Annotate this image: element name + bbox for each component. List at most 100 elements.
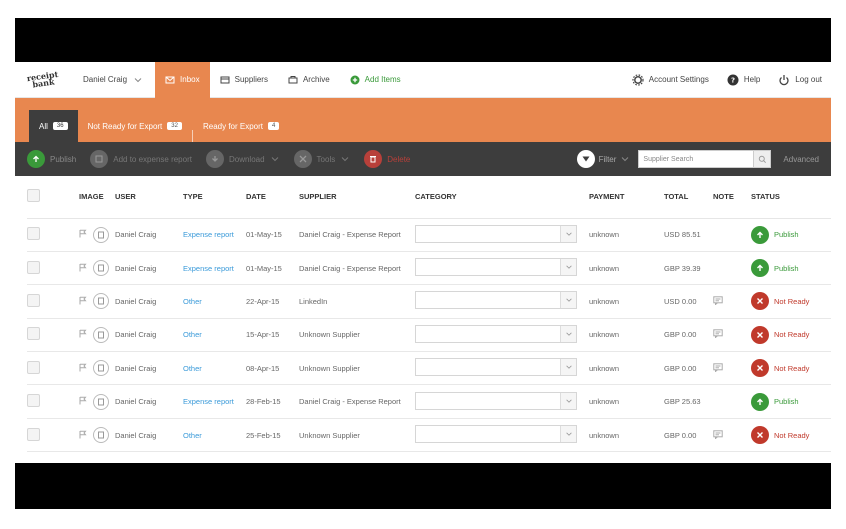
user-menu[interactable]: Daniel Craig: [71, 62, 155, 98]
add-to-expense-report-button[interactable]: Add to expense report: [90, 150, 192, 168]
receipt-image-icon[interactable]: [93, 293, 109, 310]
status-button[interactable]: Publish: [751, 392, 831, 411]
col-payment[interactable]: PAYMENT: [589, 176, 664, 219]
row-checkbox[interactable]: [27, 394, 40, 408]
chevron-down-icon: [134, 77, 142, 82]
flag-icon[interactable]: [79, 396, 87, 405]
inbox-icon: [165, 76, 175, 83]
nav-tab-inbox[interactable]: Inbox: [155, 62, 210, 98]
filter-tab-ready[interactable]: Ready for Export 4: [193, 110, 289, 142]
type-link[interactable]: Other: [183, 330, 202, 339]
receipt-image-icon[interactable]: [93, 427, 109, 444]
cell-payment: unknown: [589, 318, 664, 353]
add-items-button[interactable]: Add Items: [340, 62, 411, 98]
type-link[interactable]: Other: [183, 431, 202, 440]
row-checkbox[interactable]: [27, 293, 40, 307]
col-user[interactable]: USER: [115, 176, 183, 219]
download-icon: [205, 150, 224, 168]
category-select[interactable]: [415, 224, 577, 243]
receipt-image-icon[interactable]: [93, 260, 109, 277]
col-total[interactable]: TOTAL: [664, 176, 713, 219]
col-category[interactable]: CATEGORY: [415, 176, 589, 219]
flag-icon[interactable]: [79, 329, 87, 338]
table-row[interactable]: Daniel Craig Other 08-Apr-15 Unknown Suppli…: [27, 351, 831, 386]
table-row[interactable]: Daniel Craig Expense report 01-May-15 Danie…: [27, 251, 831, 286]
help-link[interactable]: ? Help: [718, 62, 769, 98]
category-select[interactable]: [415, 258, 577, 277]
power-icon: [779, 74, 789, 85]
cell-supplier: Unknown Supplier: [299, 318, 415, 353]
col-status[interactable]: STATUS: [751, 176, 831, 219]
note-icon[interactable]: [713, 429, 723, 440]
row-checkbox[interactable]: [27, 227, 40, 241]
table-row[interactable]: Daniel Craig Other 15-Apr-15 Unknown Suppli…: [27, 318, 831, 353]
status-button[interactable]: Publish: [751, 259, 831, 278]
type-link[interactable]: Other: [183, 297, 202, 306]
row-checkbox[interactable]: [27, 360, 40, 374]
table-row[interactable]: Daniel Craig Expense report 01-May-15 Danie…: [27, 218, 831, 252]
filter-tab-all[interactable]: All 36: [29, 110, 78, 142]
count-badge: 4: [268, 122, 280, 130]
category-select[interactable]: [415, 391, 577, 410]
receipt-bank-logo[interactable]: receipt bank: [15, 62, 73, 101]
status-button[interactable]: Publish: [751, 225, 831, 244]
delete-button[interactable]: Delete: [364, 150, 410, 168]
filter-button[interactable]: Filter: [576, 150, 631, 168]
type-link[interactable]: Expense report: [183, 230, 234, 239]
flag-icon[interactable]: [79, 296, 87, 305]
nav-tab-suppliers[interactable]: Suppliers: [210, 62, 278, 98]
chevron-down-icon: [560, 292, 576, 309]
category-select[interactable]: [415, 358, 577, 377]
download-button[interactable]: Download: [205, 150, 280, 168]
status-button[interactable]: Not Ready: [751, 359, 831, 378]
type-link[interactable]: Other: [183, 364, 202, 373]
status-button[interactable]: Not Ready: [751, 426, 831, 445]
col-date[interactable]: DATE: [246, 176, 299, 219]
tools-button[interactable]: Tools: [293, 150, 351, 168]
archive-icon: [288, 75, 298, 83]
cell-total: USD 85.51: [664, 218, 713, 252]
filter-tab-not-ready[interactable]: Not Ready for Export 32: [78, 110, 192, 142]
note-icon[interactable]: [713, 329, 723, 339]
cell-date: 28-Feb-15: [246, 384, 299, 419]
advanced-search-link[interactable]: Advanced: [783, 155, 819, 164]
status-button[interactable]: Not Ready: [751, 325, 831, 344]
table-row[interactable]: Daniel Craig Other 25-Feb-15 Unknown Suppli…: [27, 418, 831, 453]
row-checkbox[interactable]: [27, 327, 40, 341]
table-row[interactable]: Daniel Craig Expense report 28-Feb-15 Danie…: [27, 384, 831, 419]
category-select[interactable]: [415, 425, 577, 444]
note-icon[interactable]: [713, 296, 723, 306]
account-settings-link[interactable]: Account Settings: [623, 62, 718, 98]
nav-tab-archive[interactable]: Archive: [278, 62, 340, 98]
receipt-image-icon[interactable]: [93, 360, 109, 377]
table-row[interactable]: Daniel Craig Other 22-Apr-15 LinkedIn unknow…: [27, 284, 831, 319]
category-select[interactable]: [415, 291, 577, 310]
receipt-image-icon[interactable]: [93, 393, 109, 410]
col-type[interactable]: TYPE: [183, 176, 246, 219]
row-checkbox[interactable]: [27, 427, 40, 441]
chevron-down-icon: [560, 359, 576, 376]
supplier-search-input[interactable]: Supplier Search: [638, 150, 755, 168]
status-button[interactable]: Not Ready: [751, 292, 831, 311]
receipt-image-icon[interactable]: [93, 226, 109, 243]
row-checkbox[interactable]: [27, 260, 40, 274]
flag-icon[interactable]: [79, 430, 87, 439]
receipt-image-icon[interactable]: [93, 326, 109, 343]
col-supplier[interactable]: SUPPLIER: [299, 176, 415, 219]
publish-button[interactable]: Publish: [27, 150, 76, 168]
select-all-checkbox[interactable]: [27, 189, 40, 203]
type-link[interactable]: Expense report: [183, 264, 234, 273]
type-link[interactable]: Expense report: [183, 397, 234, 406]
tools-icon: [293, 150, 312, 168]
cell-user: Daniel Craig: [115, 218, 183, 252]
cell-total: GBP 0.00: [664, 418, 713, 453]
svg-text:?: ?: [731, 76, 735, 84]
flag-icon[interactable]: [79, 263, 87, 272]
category-select[interactable]: [415, 324, 577, 343]
cell-user: Daniel Craig: [115, 351, 183, 386]
log-out-link[interactable]: Log out: [769, 62, 831, 98]
flag-icon[interactable]: [79, 229, 87, 238]
search-button[interactable]: [753, 150, 772, 168]
flag-icon[interactable]: [79, 363, 87, 372]
note-icon[interactable]: [713, 363, 723, 373]
